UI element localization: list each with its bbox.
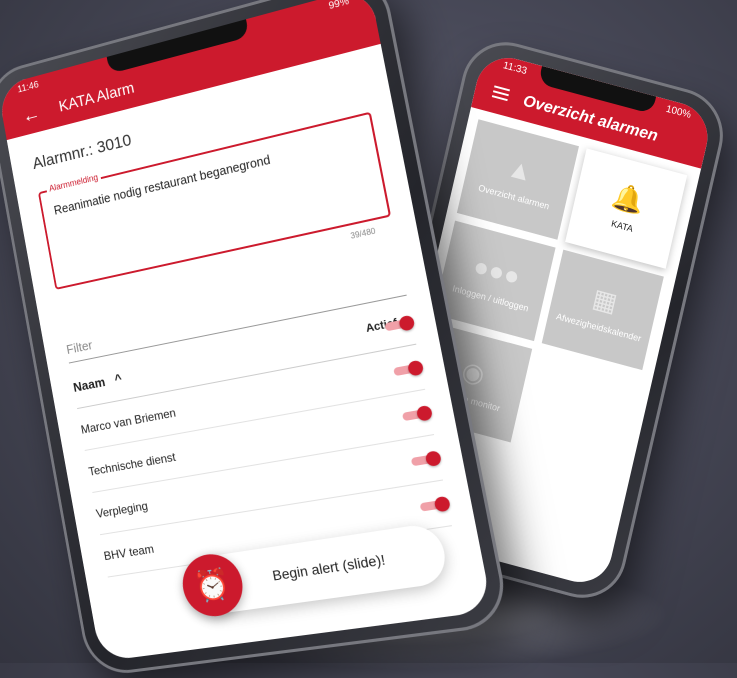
status-time: 11:46 xyxy=(16,79,40,95)
begin-alert-label: Begin alert (slide)! xyxy=(271,551,387,584)
tile-label: Afwezigheidskalender xyxy=(555,311,643,344)
status-battery: 99% xyxy=(327,0,350,12)
tile-label: Overzicht alarmen xyxy=(477,182,551,212)
col-name-label: Naam xyxy=(72,374,107,395)
toggle-all[interactable] xyxy=(384,314,416,333)
tile-overzicht-alarmen[interactable]: ▲ Overzicht alarmen xyxy=(456,119,579,240)
alarm-message-field[interactable]: Alarmmelding Reanimatie nodig restaurant… xyxy=(37,111,392,290)
kata-screen: ← KATA Alarm 11:46 99% Alarmnr.: 3010 Al… xyxy=(0,0,493,662)
tile-label: Inloggen / uitloggen xyxy=(451,283,530,314)
group-icon: ●●● xyxy=(470,250,523,292)
tile-label: KATA xyxy=(610,218,634,234)
calendar-icon: ▦ xyxy=(589,282,621,318)
tile-afwezigheidskalender[interactable]: ▦ Afwezigheidskalender xyxy=(541,249,664,371)
row-toggle[interactable] xyxy=(410,449,442,469)
status-battery: 100% xyxy=(664,103,693,121)
kata-alarm-phone: ← KATA Alarm 11:46 99% Alarmnr.: 3010 Al… xyxy=(0,0,512,678)
char-counter: 39/480 xyxy=(349,226,377,241)
siren-icon: ▲ xyxy=(504,151,536,188)
alarm-bell-icon: 🔔 xyxy=(609,179,648,218)
row-toggle[interactable] xyxy=(419,495,451,515)
row-toggle[interactable] xyxy=(401,404,434,424)
alarm-number: Alarmnr.: 3010 xyxy=(31,130,133,173)
sort-chevron-icon[interactable]: ^ xyxy=(113,371,123,387)
kata-content: Alarmnr.: 3010 Alarmmelding Reanimatie n… xyxy=(7,44,493,662)
tile-kata[interactable]: 🔔 KATA xyxy=(565,148,688,269)
back-arrow-icon[interactable]: ← xyxy=(21,102,42,128)
status-time: 11:33 xyxy=(502,59,529,77)
row-toggle[interactable] xyxy=(392,359,425,378)
alarm-message-legend: Alarmmelding xyxy=(45,171,102,195)
